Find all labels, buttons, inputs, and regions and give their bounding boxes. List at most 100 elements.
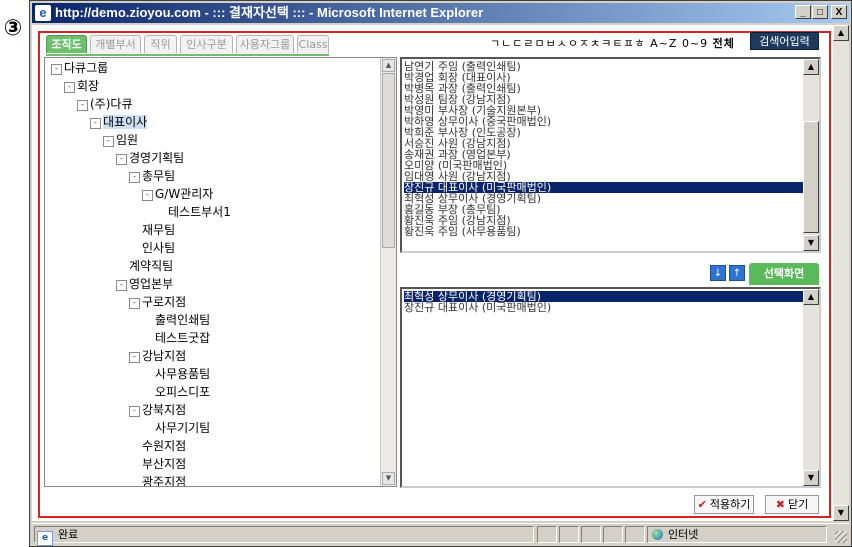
tree-node-label[interactable]: 인사팀 <box>142 241 175 255</box>
selected-list-scroll-down-icon[interactable]: ▼ <box>803 470 819 486</box>
tree-node[interactable]: - (주)다큐 <box>77 95 132 113</box>
tree-node-label[interactable]: 부산지점 <box>142 457 186 471</box>
tree-scroll-down-icon[interactable]: ▼ <box>382 472 395 485</box>
collapse-toggle-icon[interactable]: - <box>64 82 75 93</box>
collapse-toggle-icon[interactable]: - <box>77 100 88 111</box>
tree-node[interactable]: - 다큐그룹 <box>51 59 108 77</box>
tree-node[interactable]: 계약직팀 <box>116 257 173 275</box>
tree-node-label[interactable]: 임원 <box>116 133 138 147</box>
tab-personnel-type[interactable]: 인사구분 <box>180 35 233 53</box>
selected-list-scrollbar[interactable]: ▲ ▼ <box>803 289 819 486</box>
page-scroll-down-icon[interactable]: ▼ <box>833 505 849 521</box>
tree-node[interactable]: 오피스디포 <box>142 383 210 401</box>
collapse-toggle-icon[interactable]: - <box>116 280 127 291</box>
close-window-button[interactable]: X <box>831 5 847 19</box>
alphabet-letters[interactable]: ㄱㄴㄷㄹㅁㅂㅅㅇㅈㅊㅋㅌㅍㅎ A~Z 0~9 <box>490 37 708 50</box>
tab-user-group[interactable]: 사용자그룹 <box>236 35 294 53</box>
tree-node[interactable]: 광주지점 <box>129 473 186 486</box>
selected-list[interactable]: 최혁성 상무이사 (경영기획팀) 장진규 대표이사 (미국판매법인) ▲ ▼ <box>400 287 821 488</box>
selected-list-scroll-up-icon[interactable]: ▲ <box>803 289 819 305</box>
select-screen-tab[interactable]: 선택화면 <box>749 263 819 285</box>
tree-node-label[interactable]: 영업본부 <box>129 277 173 291</box>
tree-scrollbar[interactable]: ▲ ▼ <box>380 58 396 486</box>
user-list-scroll-thumb[interactable] <box>803 121 819 233</box>
resize-grip[interactable] <box>835 531 847 543</box>
tree-node-label[interactable]: 테스트굿잡 <box>155 331 210 345</box>
tree-node[interactable]: 수원지점 <box>129 437 186 455</box>
move-down-button[interactable]: ↓ <box>710 265 726 281</box>
tab-position[interactable]: 직위 <box>144 35 177 53</box>
tree-node[interactable]: - 영업본부 <box>116 275 173 293</box>
user-list[interactable]: 남연기 주임 (출력인쇄팀) 박경업 회장 (대표이사) 박병목 과장 (출력인쇄팀… <box>400 57 821 253</box>
tree-node-label[interactable]: 경영기획팀 <box>129 151 184 165</box>
tree-scroll-thumb[interactable] <box>382 73 395 248</box>
collapse-toggle-icon[interactable]: - <box>142 190 153 201</box>
tree-node[interactable]: - 강남지점 <box>129 347 186 365</box>
tree-node-label[interactable]: 테스트부서1 <box>168 205 231 219</box>
move-up-button[interactable]: ↑ <box>729 265 745 281</box>
collapse-toggle-icon[interactable]: - <box>129 406 140 417</box>
tree-node[interactable]: 부산지점 <box>129 455 186 473</box>
tab-department[interactable]: 개별부서 <box>90 35 141 53</box>
tree-scroll-up-icon[interactable]: ▲ <box>382 59 395 72</box>
tree-node[interactable]: 테스트부서1 <box>155 203 231 221</box>
tree-node[interactable]: - 대표이사 <box>90 113 148 131</box>
tree-node[interactable]: - 강북지점 <box>129 401 186 419</box>
tree-node[interactable]: - 임원 <box>103 131 138 149</box>
collapse-toggle-icon[interactable]: - <box>129 352 140 363</box>
user-list-scrollbar[interactable]: ▲ ▼ <box>803 59 819 251</box>
tree-node[interactable]: - 회장 <box>64 77 99 95</box>
filter-all[interactable]: 전체 <box>713 37 735 50</box>
tree-node-label[interactable]: 총무팀 <box>142 169 175 183</box>
tree-node[interactable]: 출력인쇄팀 <box>142 311 210 329</box>
tree-node-label[interactable]: 출력인쇄팀 <box>155 313 210 327</box>
tree-node[interactable]: - G/W관리자 <box>142 185 213 203</box>
tab-class[interactable]: Class <box>297 35 329 53</box>
collapse-toggle-icon[interactable]: - <box>90 118 101 129</box>
tree-node[interactable]: 테스트굿잡 <box>142 329 210 347</box>
tree-node-label[interactable]: 사무기기팀 <box>155 421 210 435</box>
tree-node[interactable]: - 구로지점 <box>129 293 186 311</box>
page-scroll-up-icon[interactable]: ▲ <box>833 25 849 41</box>
tree-node[interactable]: 인사팀 <box>129 239 175 257</box>
user-list-scroll-up-icon[interactable]: ▲ <box>803 59 819 75</box>
tree-node[interactable]: 사무용품팀 <box>142 365 210 383</box>
search-button[interactable]: 검색어입력 <box>750 32 819 50</box>
tree-node-label[interactable]: G/W관리자 <box>155 187 213 201</box>
tree-node[interactable]: 재무팀 <box>129 221 175 239</box>
page-scrollbar[interactable]: ▲ ▼ <box>833 25 849 521</box>
tree-node-label[interactable]: 회장 <box>77 79 99 93</box>
tab-org-chart[interactable]: 조직도 <box>46 35 87 53</box>
selected-list-item[interactable]: 장진규 대표이사 (미국판매법인) <box>404 302 803 313</box>
step-marker: ③ <box>3 16 23 41</box>
tree-node[interactable]: 사무기기팀 <box>142 419 210 437</box>
collapse-toggle-icon[interactable]: - <box>103 136 114 147</box>
tree-node[interactable]: - 총무팀 <box>129 167 175 185</box>
user-list-item[interactable]: 황진욱 주임 (사무용품팀) <box>404 226 803 237</box>
tree-node-label[interactable]: 강남지점 <box>142 349 186 363</box>
collapse-toggle-icon[interactable]: - <box>129 298 140 309</box>
tree-node-label[interactable]: 다큐그룹 <box>64 61 108 75</box>
tree-node-label[interactable]: 구로지점 <box>142 295 186 309</box>
collapse-toggle-icon[interactable]: - <box>51 64 62 75</box>
tree-node[interactable]: - 경영기획팀 <box>116 149 184 167</box>
tree-node-label[interactable]: 오피스디포 <box>155 385 210 399</box>
tree-node-label[interactable]: 대표이사 <box>103 115 148 129</box>
tree-node-label[interactable]: 재무팀 <box>142 223 175 237</box>
minimize-button[interactable]: _ <box>795 5 811 19</box>
tree-node-label[interactable]: 광주지점 <box>142 475 186 486</box>
tree-node-label[interactable]: 강북지점 <box>142 403 186 417</box>
user-list-scroll-down-icon[interactable]: ▼ <box>803 235 819 251</box>
alphabet-filter[interactable]: ㄱㄴㄷㄹㅁㅂㅅㅇㅈㅊㅋㅌㅍㅎ A~Z 0~9 전체 <box>490 35 735 51</box>
tree-node-label[interactable]: 수원지점 <box>142 439 186 453</box>
close-button[interactable]: ✖ 닫기 <box>765 495 819 514</box>
tree-node-label[interactable]: 사무용품팀 <box>155 367 210 381</box>
tree-node-label[interactable]: 계약직팀 <box>129 259 173 273</box>
tree-node-label[interactable]: (주)다큐 <box>90 97 132 111</box>
status-slot-4 <box>603 526 623 543</box>
collapse-toggle-icon[interactable]: - <box>129 172 140 183</box>
dialog-content: 조직도 개별부서 직위 인사구분 사용자그룹 Class ㄱㄴㄷㄹㅁㅂㅅㅇㅈㅊㅋ… <box>32 25 849 521</box>
maximize-button[interactable]: □ <box>812 5 828 19</box>
apply-button[interactable]: ✔ 적용하기 <box>694 495 754 514</box>
collapse-toggle-icon[interactable]: - <box>116 154 127 165</box>
